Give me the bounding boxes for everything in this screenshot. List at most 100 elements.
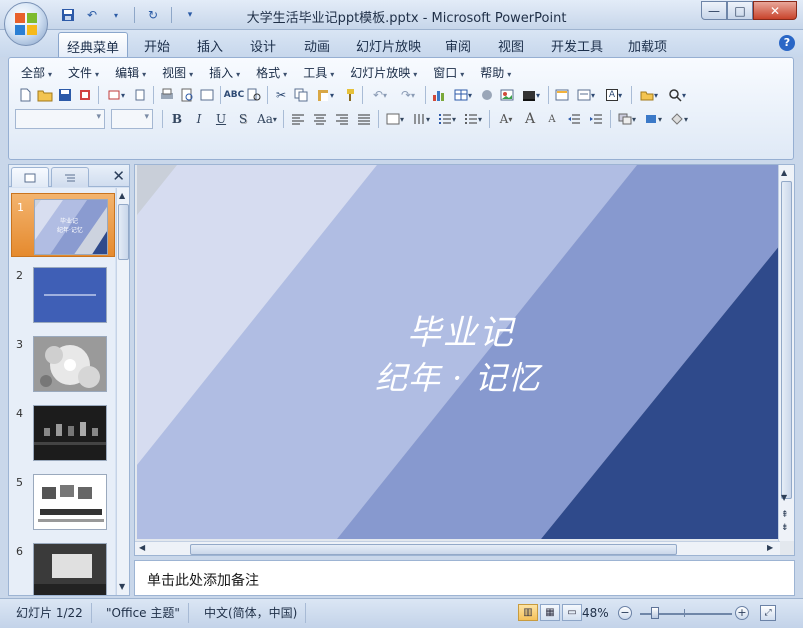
tab-insert[interactable]: 插入 bbox=[189, 32, 231, 57]
cut-icon[interactable]: ✂ bbox=[271, 85, 291, 105]
menu-help[interactable]: 帮助 ▾ bbox=[474, 63, 521, 83]
slide-layout-icon[interactable]: ▾ bbox=[572, 85, 600, 105]
align-left-icon[interactable] bbox=[287, 109, 309, 129]
shapes-icon[interactable]: ▾ bbox=[635, 85, 663, 105]
new-file-icon[interactable] bbox=[15, 85, 35, 105]
picture-icon[interactable] bbox=[497, 85, 517, 105]
slide-thumbnail-4[interactable]: 4 bbox=[11, 400, 115, 464]
close-pane-icon[interactable]: ✕ bbox=[112, 167, 125, 185]
current-slide[interactable]: 毕业记 纪年 · 记忆 bbox=[137, 165, 780, 539]
menu-window[interactable]: 窗口 ▾ bbox=[427, 63, 474, 83]
slide-thumbnail-1[interactable]: 1 毕业记 纪年·记忆 bbox=[11, 193, 115, 257]
new-slide-icon[interactable] bbox=[552, 85, 572, 105]
scroll-thumb[interactable] bbox=[190, 544, 677, 555]
zoom-in-icon[interactable]: + bbox=[735, 606, 749, 620]
shrink-font-icon[interactable]: A bbox=[541, 109, 563, 129]
numbering-icon[interactable]: ▾ bbox=[434, 109, 460, 129]
menu-format[interactable]: 格式 ▾ bbox=[250, 63, 297, 83]
decrease-indent-icon[interactable] bbox=[563, 109, 585, 129]
bullets-icon[interactable]: ▾ bbox=[460, 109, 486, 129]
clip-art-icon[interactable] bbox=[477, 85, 497, 105]
slides-pane-scrollbar[interactable]: ▲ ▼ bbox=[116, 188, 129, 595]
scroll-down-icon[interactable]: ▼ bbox=[781, 493, 787, 502]
zoom-slider-thumb[interactable] bbox=[651, 607, 659, 619]
shadow-button[interactable]: S bbox=[232, 109, 254, 129]
format-painter-icon[interactable] bbox=[339, 85, 359, 105]
scroll-down-icon[interactable]: ▼ bbox=[119, 582, 125, 591]
slide-sorter-icon[interactable]: ▦ bbox=[540, 604, 560, 621]
grow-font-icon[interactable]: A bbox=[519, 109, 541, 129]
layout-icon[interactable] bbox=[197, 85, 217, 105]
justify-icon[interactable] bbox=[353, 109, 375, 129]
chart-icon[interactable] bbox=[429, 85, 449, 105]
attach-icon[interactable] bbox=[130, 85, 150, 105]
scroll-right-icon[interactable]: ▶ bbox=[767, 543, 773, 552]
notes-pane[interactable]: 单击此处添加备注 bbox=[134, 560, 795, 596]
scroll-thumb[interactable] bbox=[118, 204, 129, 260]
redo-icon[interactable]: ↷ ▾ bbox=[394, 85, 422, 105]
copy-icon[interactable] bbox=[291, 85, 311, 105]
maximize-button[interactable]: □ bbox=[727, 1, 753, 20]
tab-add-ins[interactable]: 加载项 bbox=[620, 32, 675, 57]
zoom-level[interactable]: 48% bbox=[582, 603, 609, 623]
tab-animations[interactable]: 动画 bbox=[296, 32, 338, 57]
font-size-combo[interactable] bbox=[111, 109, 153, 129]
font-color-icon[interactable]: A ▾ bbox=[493, 109, 519, 129]
tab-developer[interactable]: 开发工具 bbox=[543, 32, 611, 57]
slide-thumbnail-2[interactable]: 2 bbox=[11, 262, 115, 326]
bold-button[interactable]: B bbox=[166, 109, 188, 129]
permission-icon[interactable] bbox=[75, 85, 95, 105]
slide-show-icon[interactable]: ▭ bbox=[562, 604, 582, 621]
research-icon[interactable] bbox=[244, 85, 264, 105]
tab-slides[interactable] bbox=[11, 167, 49, 187]
columns-icon[interactable]: ▾ bbox=[382, 109, 408, 129]
scroll-thumb[interactable] bbox=[781, 181, 792, 499]
menu-insert[interactable]: 插入 ▾ bbox=[203, 63, 250, 83]
undo-icon[interactable]: ↶ ▾ bbox=[366, 85, 394, 105]
menu-file[interactable]: 文件 ▾ bbox=[62, 63, 109, 83]
align-center-icon[interactable] bbox=[309, 109, 331, 129]
tab-view[interactable]: 视图 bbox=[490, 32, 532, 57]
scroll-up-icon[interactable]: ▲ bbox=[781, 168, 787, 177]
fit-to-window-icon[interactable]: ⤢ bbox=[760, 605, 776, 621]
scroll-left-icon[interactable]: ◀ bbox=[139, 543, 145, 552]
menu-slide-show[interactable]: 幻灯片放映 ▾ bbox=[344, 63, 427, 83]
fill-color-icon[interactable]: ▾ bbox=[517, 85, 545, 105]
scroll-up-icon[interactable]: ▲ bbox=[119, 191, 125, 200]
tab-design[interactable]: 设计 bbox=[242, 32, 284, 57]
mail-icon[interactable]: ▾ bbox=[102, 85, 130, 105]
table-icon[interactable]: ▾ bbox=[449, 85, 477, 105]
tab-review[interactable]: 审阅 bbox=[437, 32, 479, 57]
text-box-icon[interactable]: A ▾ bbox=[600, 85, 628, 105]
menu-all[interactable]: 全部 ▾ bbox=[15, 63, 62, 83]
tab-slide-show[interactable]: 幻灯片放映 bbox=[348, 32, 429, 57]
find-icon[interactable]: ▾ bbox=[663, 85, 691, 105]
text-direction-icon[interactable]: ▾ bbox=[408, 109, 434, 129]
slide-vertical-scrollbar[interactable]: ▲ ▼ ⇞ ⇟ bbox=[778, 165, 794, 541]
spelling-icon[interactable]: ABC bbox=[224, 85, 244, 105]
slide-horizontal-scrollbar[interactable]: ◀ ▶ bbox=[135, 541, 780, 555]
previous-slide-icon[interactable]: ⇞ bbox=[781, 510, 789, 520]
normal-view-icon[interactable]: ▥ bbox=[518, 604, 538, 621]
shape-fill-icon[interactable]: ▾ bbox=[666, 109, 692, 129]
tab-home[interactable]: 开始 bbox=[136, 32, 178, 57]
increase-indent-icon[interactable] bbox=[585, 109, 607, 129]
paste-icon[interactable]: ▾ bbox=[311, 85, 339, 105]
language-indicator[interactable]: 中文(简体，中国) bbox=[196, 603, 307, 623]
font-name-combo[interactable] bbox=[15, 109, 105, 129]
tab-outline[interactable] bbox=[51, 167, 89, 187]
close-button[interactable]: ✕ bbox=[753, 1, 797, 20]
underline-button[interactable]: U bbox=[210, 109, 232, 129]
slide-thumbnail-5[interactable]: 5 bbox=[11, 469, 115, 533]
menu-view[interactable]: 视图 ▾ bbox=[156, 63, 203, 83]
print-preview-icon[interactable] bbox=[177, 85, 197, 105]
tab-classic-menu[interactable]: 经典菜单 bbox=[58, 32, 129, 57]
quick-styles-icon[interactable]: ▾ bbox=[640, 109, 666, 129]
align-right-icon[interactable] bbox=[331, 109, 353, 129]
menu-edit[interactable]: 编辑 ▾ bbox=[109, 63, 156, 83]
office-button[interactable] bbox=[4, 2, 48, 46]
slide-thumbnail-6[interactable]: 6 bbox=[11, 538, 115, 595]
next-slide-icon[interactable]: ⇟ bbox=[781, 523, 789, 533]
save-icon[interactable] bbox=[55, 85, 75, 105]
print-icon[interactable] bbox=[157, 85, 177, 105]
